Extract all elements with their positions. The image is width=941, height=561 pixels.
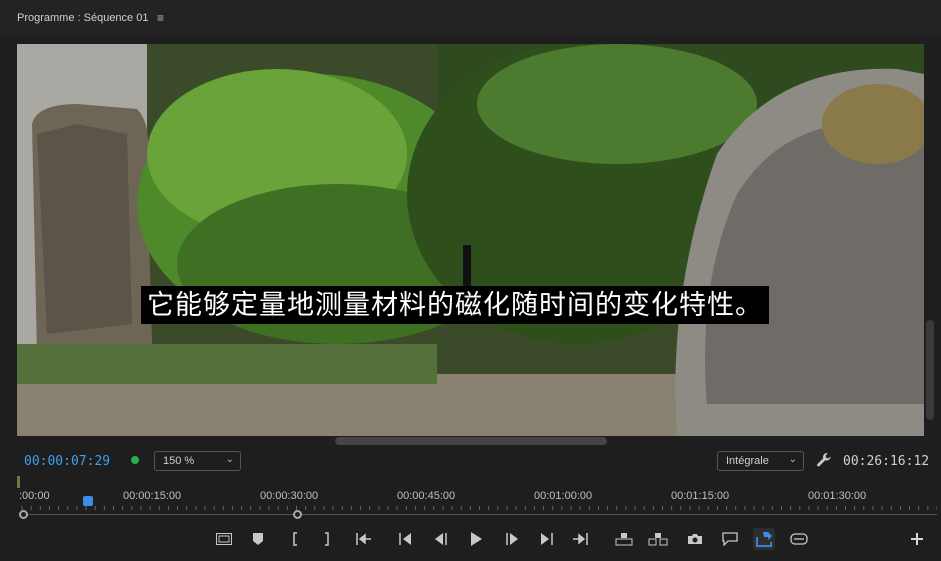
- go-to-in-icon: [356, 533, 371, 545]
- step-forward-edit-button[interactable]: [535, 528, 557, 550]
- ruler-label: 00:00:30:00: [260, 490, 319, 502]
- play-icon: [471, 532, 482, 546]
- step-back-edit-button[interactable]: [395, 528, 417, 550]
- ruler-label: 00:00:15:00: [123, 490, 182, 502]
- add-marker-button[interactable]: [247, 528, 269, 550]
- go-to-out-button[interactable]: [569, 528, 591, 550]
- add-button-icon: [911, 533, 923, 545]
- zoom-handle-left[interactable]: [19, 510, 28, 519]
- safe-margins-button[interactable]: [213, 528, 235, 550]
- extract-button[interactable]: [647, 528, 669, 550]
- in-point-marker: [17, 476, 20, 488]
- go-to-in-button[interactable]: [353, 528, 375, 550]
- zoom-level-select[interactable]: 150 % ⌄: [154, 451, 241, 471]
- program-monitor-viewer[interactable]: 它能够定量地测量材料的磁化随时间的变化特性。: [17, 44, 924, 436]
- status-indicator: [131, 456, 139, 464]
- share-icon: [756, 532, 772, 547]
- add-button[interactable]: [906, 528, 928, 550]
- zoom-handle-right[interactable]: [293, 510, 302, 519]
- vr-video-button[interactable]: [788, 528, 810, 550]
- ruler-label: 00:01:30:00: [808, 490, 867, 502]
- wrench-icon[interactable]: [816, 452, 832, 468]
- vertical-scrollbar[interactable]: [926, 320, 934, 420]
- step-back-icon: [435, 533, 447, 545]
- step-forward-icon: [506, 533, 518, 545]
- video-frame: [17, 44, 924, 436]
- zoom-level-value: 150 %: [163, 455, 195, 467]
- ruler-label: 00:00:45:00: [397, 490, 456, 502]
- playback-resolution-select[interactable]: Intégrale ⌄: [717, 451, 804, 471]
- horizontal-scrollbar[interactable]: [335, 437, 607, 445]
- subtitle-caption[interactable]: 它能够定量地测量材料的磁化随时间的变化特性。: [141, 286, 769, 324]
- panel-title[interactable]: Programme : Séquence 01: [17, 12, 148, 24]
- mark-in-button[interactable]: [284, 528, 306, 550]
- time-ruler[interactable]: :00:00 00:00:15:00 00:00:30:00 00:00:45:…: [17, 476, 937, 520]
- go-to-out-icon: [573, 533, 588, 545]
- lift-icon: [615, 533, 633, 546]
- mark-in-icon: [293, 532, 297, 546]
- step-forward-button[interactable]: [501, 528, 523, 550]
- playback-resolution-value: Intégrale: [726, 455, 769, 467]
- play-button[interactable]: [465, 528, 487, 550]
- mark-out-icon: [325, 532, 329, 546]
- chevron-down-icon: ⌄: [225, 454, 234, 465]
- comment-button[interactable]: [719, 528, 741, 550]
- panel-menu-icon[interactable]: ≡: [157, 11, 164, 25]
- current-timecode[interactable]: 00:00:07:29: [24, 454, 110, 469]
- lift-button[interactable]: [613, 528, 635, 550]
- ruler-label: 00:01:00:00: [534, 490, 593, 502]
- ruler-label: 00:01:15:00: [671, 490, 730, 502]
- transport-controls: [0, 526, 941, 552]
- step-back-edit-icon: [399, 533, 411, 545]
- playhead[interactable]: [83, 496, 93, 506]
- chevron-down-icon: ⌄: [788, 454, 797, 465]
- duration-timecode: 00:26:16:12: [843, 454, 930, 469]
- share-button[interactable]: [753, 528, 775, 550]
- safe-margins-icon: [216, 533, 232, 545]
- ruler-ticks: [21, 506, 937, 510]
- step-back-button[interactable]: [430, 528, 452, 550]
- extract-icon: [648, 533, 668, 546]
- panel-header: Programme : Séquence 01 ≡: [0, 0, 941, 36]
- comment-icon: [722, 532, 738, 546]
- mark-out-button[interactable]: [316, 528, 338, 550]
- step-forward-edit-icon: [541, 533, 553, 545]
- vr-icon: [790, 533, 808, 545]
- marker-icon: [253, 533, 263, 545]
- camera-icon: [688, 534, 702, 544]
- export-frame-button[interactable]: [684, 528, 706, 550]
- zoom-bar: [22, 514, 937, 515]
- ruler-label: :00:00: [19, 490, 50, 502]
